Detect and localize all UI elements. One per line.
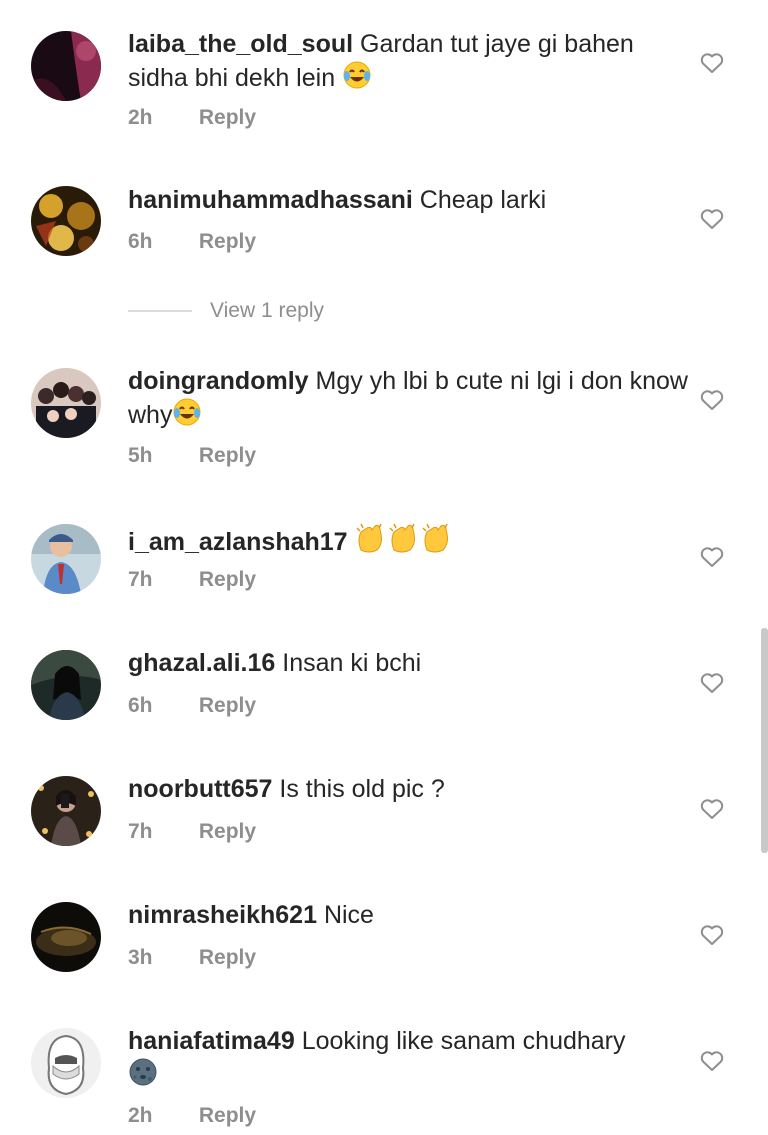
heart-outline-icon[interactable] [700, 546, 724, 568]
comment-meta: 6h Reply [128, 694, 256, 718]
heart-outline-icon[interactable] [700, 389, 724, 411]
avatar[interactable] [31, 31, 101, 101]
heart-outline-icon[interactable] [700, 924, 724, 946]
comment-text: i_am_azlanshah17 [128, 522, 688, 562]
comment-text: noorbutt657 Is this old pic ? [128, 773, 688, 805]
clapping-hands-emoji [355, 522, 453, 562]
comment-username[interactable]: laiba_the_old_soul [128, 30, 353, 58]
avatar[interactable] [31, 524, 101, 594]
comment-body: Cheap larki [419, 186, 547, 214]
comment-text: ghazal.ali.16 Insan ki bchi [128, 647, 688, 679]
comment-meta: 3h Reply [128, 946, 256, 970]
comment-text: nimrasheikh621 Nice [128, 899, 688, 931]
comment-username[interactable]: i_am_azlanshah17 [128, 528, 348, 556]
reply-button[interactable]: Reply [199, 1104, 256, 1128]
comment-time: 6h [128, 694, 153, 717]
comment-body: Nice [323, 901, 374, 929]
comment-time: 6h [128, 230, 153, 253]
comment-time: 3h [128, 946, 153, 969]
new-moon-face-emoji [128, 1057, 158, 1095]
comment-time: 2h [128, 106, 153, 129]
heart-outline-icon[interactable] [700, 798, 724, 820]
comment-username[interactable]: nimrasheikh621 [128, 901, 317, 929]
avatar[interactable] [31, 776, 101, 846]
tears-of-joy-emoji [172, 397, 202, 435]
comment-username[interactable]: doingrandomly [128, 367, 309, 395]
comment-time: 7h [128, 820, 153, 843]
view-replies-divider [128, 310, 192, 312]
heart-outline-icon[interactable] [700, 208, 724, 230]
heart-outline-icon[interactable] [700, 52, 724, 74]
reply-button[interactable]: Reply [199, 444, 256, 468]
comment-meta: 2h Reply [128, 106, 256, 130]
reply-button[interactable]: Reply [199, 568, 256, 592]
comment-time: 2h [128, 1104, 153, 1127]
comment-meta: 7h Reply [128, 820, 256, 844]
reply-button[interactable]: Reply [199, 694, 256, 718]
reply-button[interactable]: Reply [199, 946, 256, 970]
comment-body: Insan ki bchi [282, 649, 422, 677]
view-replies-label: View 1 reply [210, 299, 325, 322]
comment-body: Looking like sanam chudhary [301, 1027, 626, 1055]
comment-time: 7h [128, 568, 153, 591]
view-replies-button[interactable]: View 1 reply [128, 296, 324, 326]
comment-body: Is this old pic ? [279, 775, 445, 803]
comment-meta: 7h Reply [128, 568, 256, 592]
avatar[interactable] [31, 902, 101, 972]
scrollbar[interactable] [761, 628, 768, 853]
avatar[interactable] [31, 368, 101, 438]
comment-meta: 2h Reply [128, 1104, 256, 1128]
comment-text: haniafatima49 Looking like sanam chudhar… [128, 1025, 688, 1095]
comment-text: hanimuhammadhassani Cheap larki [128, 184, 688, 216]
avatar[interactable] [31, 650, 101, 720]
comment-meta: 5h Reply [128, 444, 256, 468]
heart-outline-icon[interactable] [700, 672, 724, 694]
comment-username[interactable]: noorbutt657 [128, 775, 272, 803]
avatar[interactable] [31, 186, 101, 256]
comment-meta: 6h Reply [128, 230, 256, 254]
comment-username[interactable]: ghazal.ali.16 [128, 649, 275, 677]
reply-button[interactable]: Reply [199, 820, 256, 844]
comment-text: laiba_the_old_soul Gardan tut jaye gi ba… [128, 28, 688, 98]
tears-of-joy-emoji [342, 60, 372, 98]
reply-button[interactable]: Reply [199, 106, 256, 130]
comment-username[interactable]: haniafatima49 [128, 1027, 295, 1055]
comment-time: 5h [128, 444, 153, 467]
comment-text: doingrandomly Mgy yh lbi b cute ni lgi i… [128, 365, 688, 435]
avatar[interactable] [31, 1028, 101, 1098]
reply-button[interactable]: Reply [199, 230, 256, 254]
comment-username[interactable]: hanimuhammadhassani [128, 186, 413, 214]
heart-outline-icon[interactable] [700, 1050, 724, 1072]
